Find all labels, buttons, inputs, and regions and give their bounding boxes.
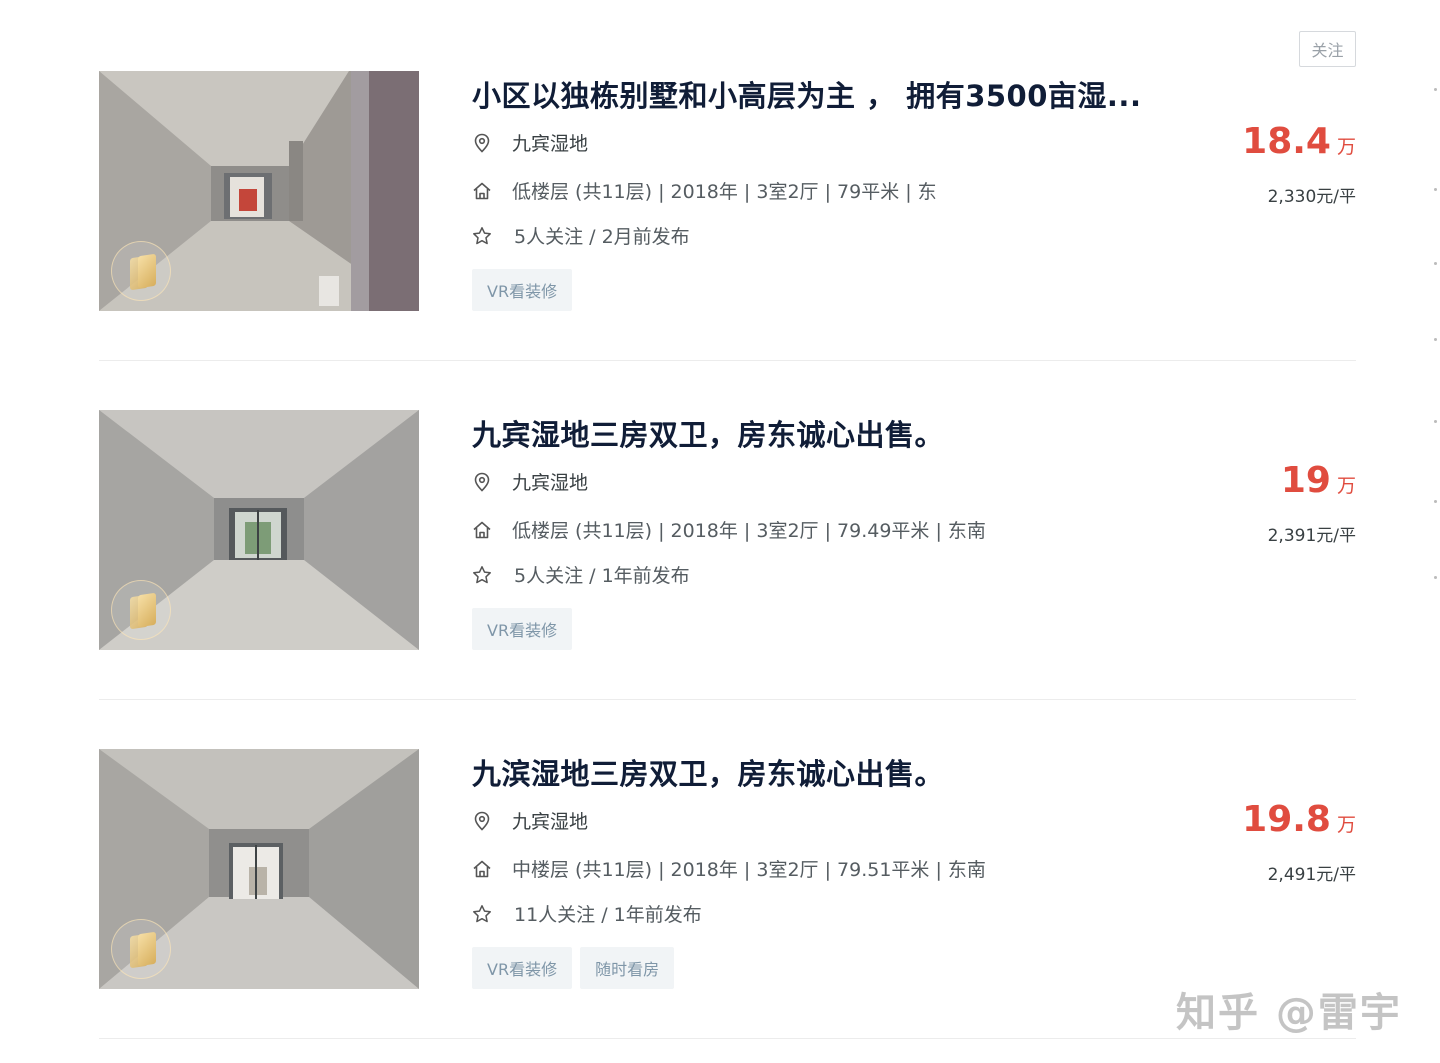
location-pin-icon xyxy=(474,811,490,831)
house-icon xyxy=(473,521,491,538)
total-price: 19.8 万 xyxy=(1242,799,1356,840)
star-icon xyxy=(473,904,491,922)
unit-price: 2,391元/平 xyxy=(1267,526,1356,546)
unit-price: 2,330元/平 xyxy=(1267,187,1356,207)
house-icon xyxy=(473,182,491,199)
listing-photo[interactable] xyxy=(99,71,419,311)
community-name[interactable]: 九宾湿地 xyxy=(512,129,588,156)
community-row: 九宾湿地 xyxy=(472,807,588,834)
listing-title[interactable]: 九宾湿地三房双卫，房东诚心出售。 xyxy=(472,412,944,454)
price-value: 19.8 xyxy=(1242,799,1331,840)
follow-info-row: 5人关注 / 2月前发布 xyxy=(472,222,690,249)
house-info-row: 中楼层 (共11层) | 2018年 | 3室2厅 | 79.51平米 | 东南 xyxy=(472,855,986,882)
tag-list: VR看装修 xyxy=(472,608,573,650)
vr-icon[interactable] xyxy=(111,919,171,979)
listing-card: 九滨湿地三房双卫，房东诚心出售。 九宾湿地 中楼层 (共11层) | 2018年… xyxy=(99,749,1356,1063)
follow-button[interactable]: 关注 xyxy=(1299,31,1356,67)
price-unit: 万 xyxy=(1336,814,1356,836)
listing-title[interactable]: 小区以独栋别墅和小高层为主 ， 拥有3500亩湿... xyxy=(472,73,1141,115)
listing-title[interactable]: 九滨湿地三房双卫，房东诚心出售。 xyxy=(472,751,944,793)
tag-anytime-viewing[interactable]: 随时看房 xyxy=(580,947,675,989)
follow-info-row: 11人关注 / 1年前发布 xyxy=(472,900,702,927)
vr-icon[interactable] xyxy=(111,241,171,301)
tag-list: VR看装修 随时看房 xyxy=(472,947,675,989)
location-pin-icon xyxy=(474,472,490,492)
price-value: 18.4 xyxy=(1242,121,1331,162)
price-unit: 万 xyxy=(1336,136,1356,158)
community-row: 九宾湿地 xyxy=(472,129,588,156)
follow-info: 5人关注 / 2月前发布 xyxy=(514,226,690,248)
listing-page: 关注 小区以独栋别墅和小高层为主 ， 拥有3500亩湿... 九宾湿地 低楼层 … xyxy=(0,0,1440,1063)
house-info: 低楼层 (共11层) | 2018年 | 3室2厅 | 79平米 | 东 xyxy=(512,181,937,203)
listing-card: 小区以独栋别墅和小高层为主 ， 拥有3500亩湿... 九宾湿地 低楼层 (共1… xyxy=(99,71,1356,410)
divider xyxy=(99,699,1356,700)
tag-vr-decoration[interactable]: VR看装修 xyxy=(472,269,573,311)
unit-price: 2,491元/平 xyxy=(1267,865,1356,885)
total-price: 18.4 万 xyxy=(1242,121,1356,162)
follow-info: 11人关注 / 1年前发布 xyxy=(514,904,702,926)
house-info-row: 低楼层 (共11层) | 2018年 | 3室2厅 | 79.49平米 | 东南 xyxy=(472,516,986,543)
community-row: 九宾湿地 xyxy=(472,468,588,495)
house-info: 低楼层 (共11层) | 2018年 | 3室2厅 | 79.49平米 | 东南 xyxy=(512,520,986,542)
divider xyxy=(99,1038,1356,1039)
tag-list: VR看装修 xyxy=(472,269,573,311)
house-icon xyxy=(473,860,491,877)
star-icon xyxy=(473,226,491,244)
edge-scroll-marks xyxy=(1432,0,1440,1063)
price-value: 19 xyxy=(1280,460,1331,501)
divider xyxy=(99,360,1356,361)
house-info-row: 低楼层 (共11层) | 2018年 | 3室2厅 | 79平米 | 东 xyxy=(472,177,937,204)
listing-photo[interactable] xyxy=(99,749,419,989)
community-name[interactable]: 九宾湿地 xyxy=(512,807,588,834)
listing-card: 九宾湿地三房双卫，房东诚心出售。 九宾湿地 低楼层 (共11层) | 2018年… xyxy=(99,410,1356,749)
location-pin-icon xyxy=(474,133,490,153)
tag-vr-decoration[interactable]: VR看装修 xyxy=(472,608,573,650)
vr-icon[interactable] xyxy=(111,580,171,640)
total-price: 19 万 xyxy=(1281,460,1356,501)
follow-info: 5人关注 / 1年前发布 xyxy=(514,565,690,587)
community-name[interactable]: 九宾湿地 xyxy=(512,468,588,495)
house-info: 中楼层 (共11层) | 2018年 | 3室2厅 | 79.51平米 | 东南 xyxy=(512,859,986,881)
tag-vr-decoration[interactable]: VR看装修 xyxy=(472,947,573,989)
star-icon xyxy=(473,565,491,583)
watermark: 知乎 @雷宇 xyxy=(1176,990,1402,1036)
listing-photo[interactable] xyxy=(99,410,419,650)
price-unit: 万 xyxy=(1336,475,1356,497)
follow-info-row: 5人关注 / 1年前发布 xyxy=(472,561,690,588)
